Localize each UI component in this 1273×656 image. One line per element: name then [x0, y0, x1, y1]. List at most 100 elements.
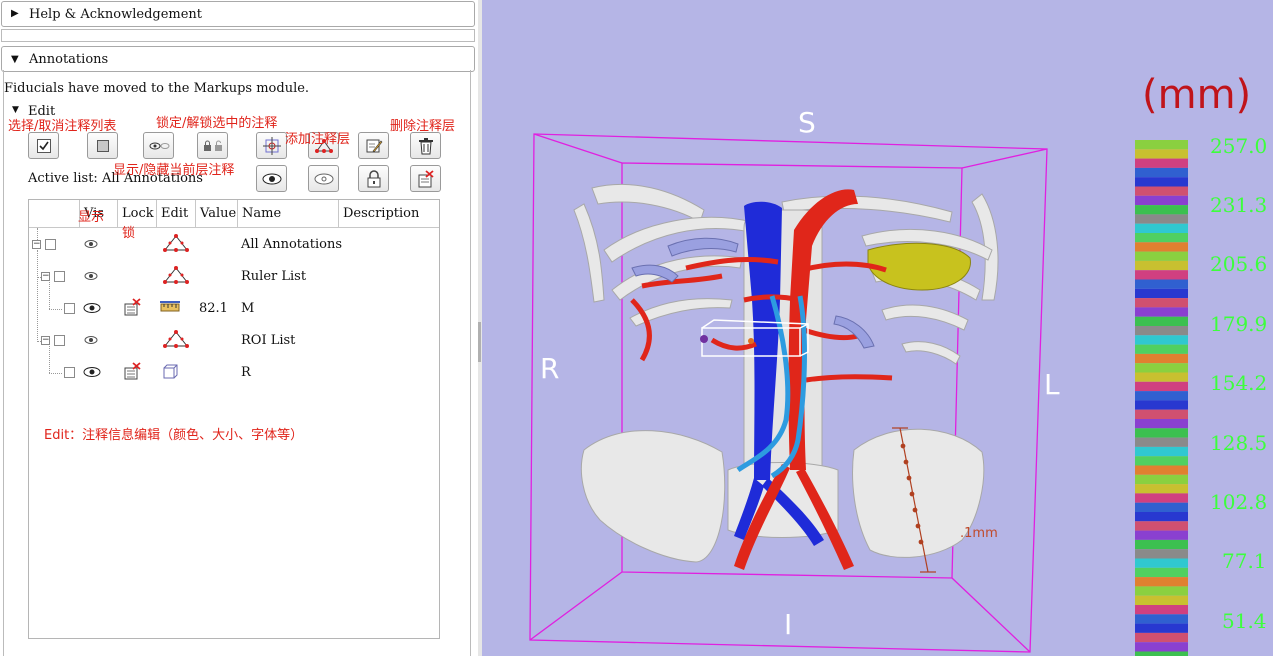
scale-stripe — [1135, 326, 1188, 336]
add-fiducial-button[interactable] — [256, 132, 287, 159]
help-section-header[interactable]: ▶ Help & Acknowledgement — [1, 1, 475, 27]
color-scale-bar — [1135, 140, 1188, 656]
tree-expander[interactable]: − — [41, 272, 50, 281]
row-checkbox[interactable] — [64, 367, 75, 378]
axis-label-r: R — [540, 352, 560, 385]
column-header-tree[interactable] — [29, 200, 80, 228]
deselect-all-button[interactable] — [87, 132, 118, 159]
scale-stripe — [1135, 158, 1188, 168]
hierarchy-icon[interactable] — [161, 265, 191, 285]
select-all-button[interactable] — [28, 132, 59, 159]
row-checkbox[interactable] — [64, 303, 75, 314]
3d-view[interactable]: S I R L (mm) .1mm 257.0 231.3 205.6 179.… — [482, 0, 1273, 656]
toggle-visibility-button[interactable] — [143, 132, 174, 159]
scale-value: 102.8 — [1210, 490, 1268, 514]
callout-add-layer: 添加注释层 — [285, 132, 351, 147]
help-section-label: Help & Acknowledgement — [29, 7, 203, 22]
scale-stripe — [1135, 530, 1188, 540]
scale-stripe — [1135, 335, 1188, 345]
tree-branch-line — [49, 373, 62, 374]
tree-branch-line — [49, 282, 50, 309]
ruler-icon[interactable] — [160, 301, 180, 314]
scale-stripe — [1135, 642, 1188, 652]
scale-stripe — [1135, 270, 1188, 280]
tree-branch-line — [49, 346, 50, 373]
unlocked-icon[interactable] — [124, 362, 142, 380]
hide-all-button[interactable] — [308, 165, 339, 192]
eye-icon[interactable] — [83, 302, 101, 314]
eye-icon[interactable] — [83, 239, 99, 249]
scale-value: 179.9 — [1210, 312, 1268, 336]
scale-stripe — [1135, 363, 1188, 373]
column-header-value[interactable]: Value — [196, 200, 238, 228]
scale-stripe — [1135, 521, 1188, 531]
edit-group-border — [470, 70, 471, 656]
tree-item-name[interactable]: M — [241, 301, 254, 316]
column-header-name[interactable]: Name — [238, 200, 339, 228]
tree-item-name[interactable]: R — [241, 365, 251, 380]
module-panel: ▶ Help & Acknowledgement ▼ Annotations F… — [0, 0, 478, 656]
eye-icon[interactable] — [83, 366, 101, 378]
scale-stripe — [1135, 474, 1188, 485]
annotation-tree[interactable]: Vis Lock Edit Value Name Description − A… — [28, 199, 440, 639]
tree-expander[interactable]: − — [32, 240, 41, 249]
column-header-edit[interactable]: Edit — [157, 200, 196, 228]
row-checkbox[interactable] — [45, 239, 56, 250]
callout-select: 选择/取消注释列表 — [8, 119, 117, 134]
scale-value: 154.2 — [1210, 371, 1268, 395]
eye-icon — [262, 173, 281, 184]
unlocked-icon[interactable] — [124, 298, 142, 316]
scale-stripe — [1135, 465, 1188, 475]
callout-show-hide: 显示/隐藏当前层注释 — [113, 163, 235, 178]
edit-properties-button[interactable] — [358, 132, 389, 159]
row-checkbox[interactable] — [54, 335, 65, 346]
section-spacer — [1, 29, 475, 42]
callout-delete-layer: 删除注释层 — [390, 119, 456, 134]
callout-vis: 显示 — [78, 210, 105, 225]
scale-value: 51.4 — [1222, 609, 1267, 633]
lock-all-button[interactable] — [358, 165, 389, 192]
hierarchy-icon[interactable] — [161, 233, 191, 253]
axis-label-l: L — [1044, 368, 1060, 401]
tree-item-name[interactable]: Ruler List — [241, 269, 306, 284]
expand-arrow-icon: ▶ — [11, 8, 19, 19]
edit-collapse-arrow-icon[interactable]: ▼ — [12, 105, 19, 115]
checkbox-empty-icon — [96, 139, 109, 152]
scale-stripe — [1135, 177, 1188, 187]
scale-stripe — [1135, 605, 1188, 615]
scale-stripe — [1135, 195, 1188, 206]
callout-lock: 锁 — [122, 226, 136, 241]
annotations-section-label: Annotations — [29, 52, 109, 67]
column-header-description[interactable]: Description — [339, 200, 439, 228]
scale-stripe — [1135, 651, 1188, 656]
scale-stripe — [1135, 577, 1188, 587]
hierarchy-icon[interactable] — [161, 329, 191, 349]
tree-expander[interactable]: − — [41, 336, 50, 345]
toggle-lock-button[interactable] — [197, 132, 228, 159]
show-all-button[interactable] — [256, 165, 287, 192]
eye-icon[interactable] — [83, 335, 99, 345]
delete-selected-button[interactable] — [410, 165, 441, 192]
eye-icon[interactable] — [83, 271, 99, 281]
scale-stripe — [1135, 595, 1188, 605]
delete-layer-button[interactable] — [410, 132, 441, 159]
row-checkbox[interactable] — [54, 271, 65, 282]
scale-stripe — [1135, 623, 1188, 633]
eye-closed-icon — [314, 173, 333, 184]
annotations-section-header[interactable]: ▼ Annotations — [1, 46, 475, 72]
splitter-handle[interactable] — [478, 322, 481, 362]
scale-stripe — [1135, 149, 1188, 159]
roi-box-icon[interactable] — [162, 364, 178, 380]
scale-stripe — [1135, 214, 1188, 224]
scale-value: 77.1 — [1222, 549, 1267, 573]
tree-item-name[interactable]: All Annotations — [241, 237, 342, 252]
axis-label-s: S — [798, 106, 816, 139]
scale-stripe — [1135, 344, 1188, 354]
scale-stripe — [1135, 186, 1188, 196]
tree-branch-line — [37, 250, 38, 342]
scale-stripe — [1135, 205, 1188, 215]
tree-branch-line — [49, 309, 62, 310]
scale-stripe — [1135, 484, 1188, 494]
tree-item-name[interactable]: ROI List — [241, 333, 295, 348]
scale-stripe — [1135, 307, 1188, 317]
